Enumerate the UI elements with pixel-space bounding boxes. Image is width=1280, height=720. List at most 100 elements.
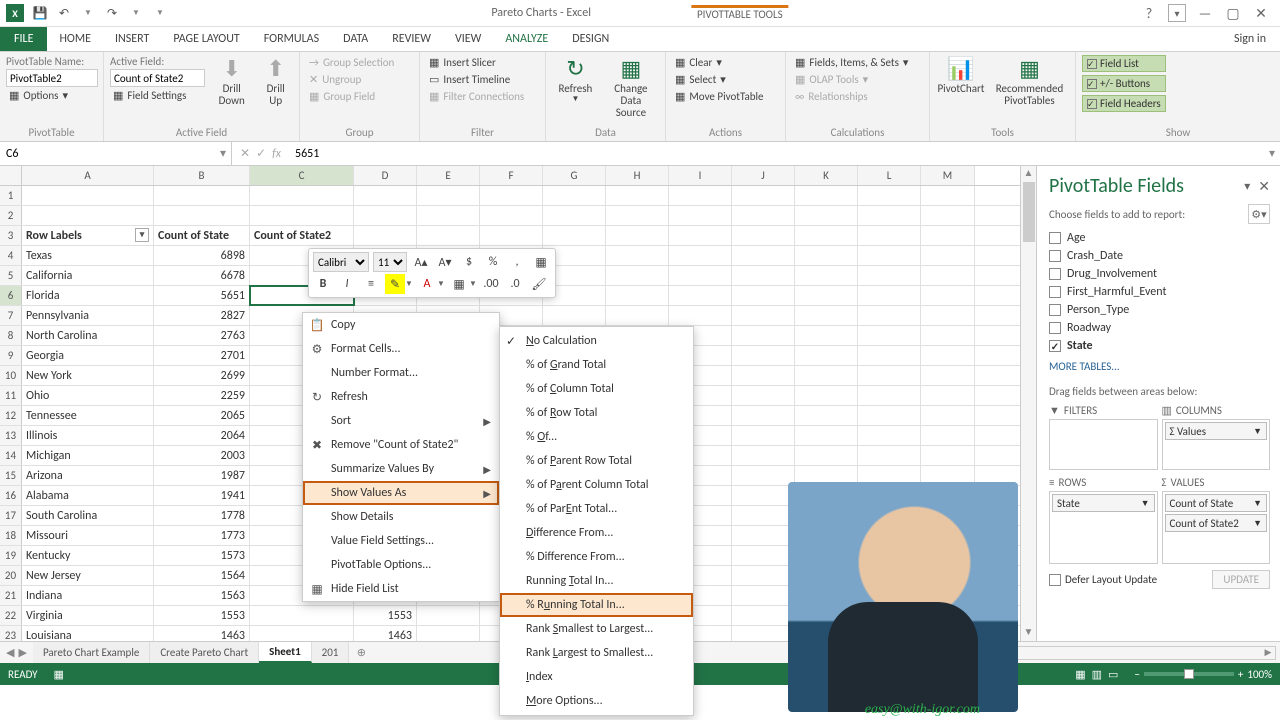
view-pagebreak-icon[interactable]: ▭ (1108, 668, 1118, 681)
col-header-H[interactable]: H (606, 166, 669, 185)
cell[interactable] (795, 386, 858, 405)
undo-icon[interactable]: ↶ (56, 5, 72, 21)
cell[interactable]: New Jersey (22, 566, 154, 585)
cell[interactable] (250, 206, 354, 225)
col-header-G[interactable]: G (543, 166, 606, 185)
border-dd[interactable]: ▼ (469, 279, 477, 289)
cell[interactable] (858, 326, 921, 345)
cell[interactable]: 1563 (154, 586, 250, 605)
cell[interactable]: 6898 (154, 246, 250, 265)
field-crash_date[interactable]: Crash_Date (1049, 248, 1270, 264)
cell[interactable] (417, 626, 480, 641)
field-list-toggle[interactable]: Field List (1082, 55, 1166, 72)
cell[interactable] (480, 206, 543, 225)
row-header[interactable]: 23 (0, 626, 22, 641)
fields-pane-close-icon[interactable]: ✕ (1258, 178, 1270, 195)
cell[interactable] (732, 246, 795, 265)
cell[interactable] (354, 186, 417, 205)
cell[interactable]: 5651 (154, 286, 250, 305)
cell[interactable] (732, 406, 795, 425)
cell[interactable]: 2827 (154, 306, 250, 325)
cell[interactable] (921, 406, 975, 425)
cell[interactable] (606, 306, 669, 325)
grow-font-icon[interactable]: A▴ (411, 252, 431, 272)
cell[interactable]: 1564 (154, 566, 250, 585)
cell[interactable] (669, 266, 732, 285)
sheet-tab-201[interactable]: 201 (312, 642, 350, 663)
pivotchart[interactable]: 📊PivotChart (936, 55, 986, 97)
cell[interactable] (795, 206, 858, 225)
mini-size-select[interactable]: 11 (373, 252, 407, 272)
close-icon[interactable]: ✕ (1252, 4, 1270, 22)
more-tables-link[interactable]: MORE TABLES... (1049, 360, 1270, 373)
cell[interactable] (921, 346, 975, 365)
pivottable-name-input[interactable] (6, 69, 98, 87)
cell[interactable] (543, 206, 606, 225)
row-header[interactable]: 15 (0, 466, 22, 485)
maximize-icon[interactable]: ▢ (1224, 4, 1242, 22)
cell[interactable] (921, 286, 975, 305)
cell[interactable] (921, 426, 975, 445)
row-header[interactable]: 6 (0, 286, 22, 305)
sva-of-grand-total[interactable]: % of Grand Total (500, 353, 693, 377)
cell[interactable]: 1553 (154, 606, 250, 625)
ctx-remove-count-of-state[interactable]: ✖Remove "Count of State2" (303, 433, 499, 457)
redo-dd[interactable]: ▼ (128, 5, 144, 21)
cell[interactable] (606, 266, 669, 285)
col-header-L[interactable]: L (858, 166, 921, 185)
cell[interactable] (858, 406, 921, 425)
drill-up[interactable]: ⬆Drill Up (258, 55, 293, 109)
row-header[interactable]: 3 (0, 226, 22, 245)
sva-of-parent-column-total[interactable]: % of Parent Column Total (500, 473, 693, 497)
sheet-nav-next-icon[interactable]: ▶ (18, 646, 26, 659)
row-header[interactable]: 12 (0, 406, 22, 425)
macro-record-icon[interactable]: ▦ (54, 668, 64, 681)
area-filters[interactable] (1049, 419, 1158, 470)
area-columns[interactable]: Σ Values▼ (1162, 419, 1271, 470)
cell[interactable]: California (22, 266, 154, 285)
sheet-tab-pareto-chart-example[interactable]: Pareto Chart Example (33, 642, 150, 663)
cell[interactable] (543, 186, 606, 205)
fields-layout-gear-icon[interactable]: ⚙▾ (1248, 204, 1270, 224)
row-header[interactable]: 13 (0, 426, 22, 445)
row-header[interactable]: 14 (0, 446, 22, 465)
cell[interactable] (795, 326, 858, 345)
font-color-dd[interactable]: ▼ (437, 279, 445, 289)
format-icon[interactable]: ▦ (531, 252, 551, 272)
row-header[interactable]: 7 (0, 306, 22, 325)
row-header[interactable]: 10 (0, 366, 22, 385)
align-icon[interactable]: ≡ (361, 274, 381, 294)
cell[interactable]: Count of State (154, 226, 250, 245)
select-all-corner[interactable] (0, 166, 22, 185)
cell[interactable] (606, 206, 669, 225)
cell[interactable] (795, 286, 858, 305)
cell[interactable]: New York (22, 366, 154, 385)
save-icon[interactable]: 💾 (32, 5, 48, 21)
cell[interactable]: Florida (22, 286, 154, 305)
decrease-decimal-icon[interactable]: .0 (505, 274, 525, 294)
sva-index[interactable]: Index (500, 665, 693, 689)
cell[interactable] (732, 426, 795, 445)
ctx-refresh[interactable]: ↻Refresh (303, 385, 499, 409)
cell[interactable]: Pennsylvania (22, 306, 154, 325)
tab-insert[interactable]: INSERT (103, 27, 161, 51)
cell[interactable] (354, 206, 417, 225)
percent-icon[interactable]: % (483, 252, 503, 272)
cell[interactable] (795, 366, 858, 385)
zoom-in-icon[interactable]: + (1238, 668, 1243, 681)
undo-dd[interactable]: ▼ (80, 5, 96, 21)
cell[interactable] (858, 286, 921, 305)
cell[interactable] (606, 246, 669, 265)
sva-difference-from[interactable]: % Difference From... (500, 545, 693, 569)
cell[interactable] (732, 446, 795, 465)
defer-checkbox[interactable] (1049, 574, 1061, 586)
sheet-tab-create-pareto-chart[interactable]: Create Pareto Chart (150, 642, 259, 663)
cell[interactable]: 6678 (154, 266, 250, 285)
cell[interactable] (669, 226, 732, 245)
cell[interactable] (732, 486, 795, 505)
cell[interactable]: 1553 (354, 606, 417, 625)
field-roadway[interactable]: Roadway (1049, 320, 1270, 336)
field-checkbox[interactable] (1049, 268, 1061, 280)
cell[interactable] (858, 346, 921, 365)
cell[interactable] (732, 466, 795, 485)
